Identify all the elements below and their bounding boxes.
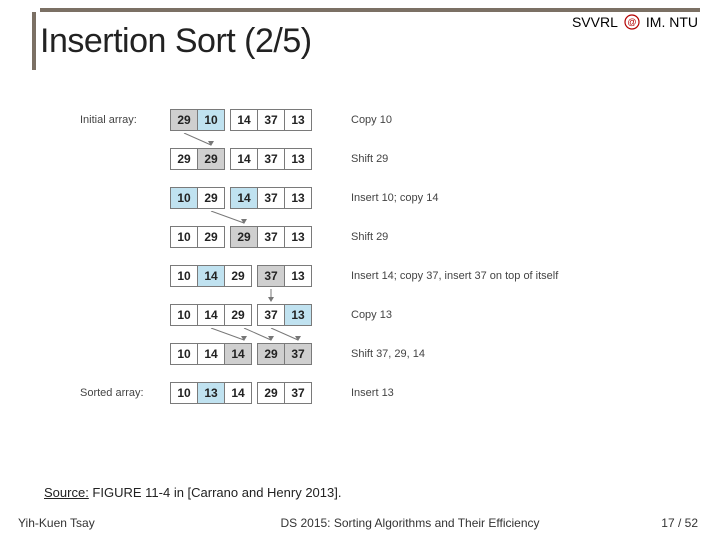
array-cell: 13 bbox=[284, 265, 312, 287]
diagram-row: 1029143713 Insert 10; copy 14 bbox=[80, 184, 558, 211]
array-cell: 37 bbox=[257, 109, 285, 131]
array-cell: 29 bbox=[197, 187, 225, 209]
array-cell: 37 bbox=[257, 148, 285, 170]
brand-dept: IM. NTU bbox=[646, 14, 698, 30]
diagram-row: 1029293713Shift 29 bbox=[80, 223, 558, 250]
array-cell: 29 bbox=[230, 226, 258, 248]
array-cell: 14 bbox=[224, 382, 252, 404]
cells-group: 1029143713 bbox=[170, 187, 311, 209]
diagram-row: 1014142937Shift 37, 29, 14 bbox=[80, 340, 558, 367]
array-cell: 14 bbox=[197, 343, 225, 365]
array-cell: 37 bbox=[257, 265, 285, 287]
row-label: Sorted array: bbox=[80, 387, 170, 399]
cells-group: 2929143713 bbox=[170, 148, 311, 170]
array-cell: 13 bbox=[284, 148, 312, 170]
step-caption: Copy 13 bbox=[351, 309, 392, 321]
array-cell: 14 bbox=[230, 109, 258, 131]
array-cell: 10 bbox=[170, 343, 198, 365]
array-cell: 10 bbox=[170, 382, 198, 404]
cells-group: 1014142937 bbox=[170, 343, 311, 365]
at-logo-icon: @ bbox=[624, 14, 640, 30]
array-cell: 14 bbox=[230, 148, 258, 170]
array-cell: 29 bbox=[257, 382, 285, 404]
array-cell: 29 bbox=[257, 343, 285, 365]
array-cell: 13 bbox=[284, 226, 312, 248]
cells-group: 1013142937 bbox=[170, 382, 311, 404]
array-cell: 29 bbox=[170, 148, 198, 170]
array-cell: 10 bbox=[197, 109, 225, 131]
diagram-row: 2929143713Shift 29 bbox=[80, 145, 558, 172]
step-caption: Copy 10 bbox=[351, 114, 392, 126]
array-cell: 10 bbox=[170, 265, 198, 287]
array-cell: 14 bbox=[197, 265, 225, 287]
array-cell: 37 bbox=[284, 382, 312, 404]
array-cell: 37 bbox=[257, 304, 285, 326]
cells-group: 2910143713 bbox=[170, 109, 311, 131]
footer-course: DS 2015: Sorting Algorithms and Their Ef… bbox=[200, 516, 620, 530]
source-citation: Source: FIGURE 11-4 in [Carrano and Henr… bbox=[44, 485, 341, 500]
title-bar bbox=[32, 12, 36, 70]
row-label: Initial array: bbox=[80, 114, 170, 126]
diagram-row: Initial array:2910143713 Copy 10 bbox=[80, 106, 558, 133]
brand-svvrl: SVVRL bbox=[572, 14, 618, 30]
array-cell: 13 bbox=[284, 109, 312, 131]
array-cell: 29 bbox=[197, 226, 225, 248]
header-divider bbox=[40, 8, 700, 12]
array-cell: 10 bbox=[170, 226, 198, 248]
svg-text:@: @ bbox=[627, 17, 636, 27]
step-caption: Insert 10; copy 14 bbox=[351, 192, 438, 204]
array-cell: 14 bbox=[224, 343, 252, 365]
cells-group: 1029293713 bbox=[170, 226, 311, 248]
array-cell: 29 bbox=[197, 148, 225, 170]
array-cell: 10 bbox=[170, 304, 198, 326]
source-text: FIGURE 11-4 in [Carrano and Henry 2013]. bbox=[89, 485, 342, 500]
diagram-row: 1014293713 Copy 13 bbox=[80, 301, 558, 328]
insertion-sort-diagram: Initial array:2910143713Copy 10292914371… bbox=[80, 106, 558, 418]
step-caption: Insert 14; copy 37, insert 37 on top of … bbox=[351, 270, 558, 282]
diagram-row: 1014293713 Insert 14; copy 37, insert 37 … bbox=[80, 262, 558, 289]
array-cell: 37 bbox=[257, 226, 285, 248]
array-cell: 13 bbox=[284, 304, 312, 326]
footer-page: 17 / 52 bbox=[620, 516, 720, 530]
array-cell: 14 bbox=[230, 187, 258, 209]
array-cell: 13 bbox=[197, 382, 225, 404]
step-caption: Shift 37, 29, 14 bbox=[351, 348, 425, 360]
diagram-row: Sorted array:1013142937 Insert 13 bbox=[80, 379, 558, 406]
step-caption: Insert 13 bbox=[351, 387, 394, 399]
array-cell: 29 bbox=[224, 304, 252, 326]
brand-block: SVVRL @ IM. NTU bbox=[572, 14, 698, 30]
step-caption: Shift 29 bbox=[351, 153, 388, 165]
step-caption: Shift 29 bbox=[351, 231, 388, 243]
slide-footer: Yih-Kuen Tsay DS 2015: Sorting Algorithm… bbox=[0, 516, 720, 530]
source-prefix: Source: bbox=[44, 485, 89, 500]
array-cell: 14 bbox=[197, 304, 225, 326]
page-title: Insertion Sort (2/5) bbox=[40, 22, 312, 61]
cells-group: 1014293713 bbox=[170, 304, 311, 326]
array-cell: 13 bbox=[284, 187, 312, 209]
array-cell: 37 bbox=[284, 343, 312, 365]
footer-author: Yih-Kuen Tsay bbox=[0, 516, 200, 530]
cells-group: 1014293713 bbox=[170, 265, 311, 287]
array-cell: 10 bbox=[170, 187, 198, 209]
array-cell: 29 bbox=[224, 265, 252, 287]
array-cell: 37 bbox=[257, 187, 285, 209]
array-cell: 29 bbox=[170, 109, 198, 131]
